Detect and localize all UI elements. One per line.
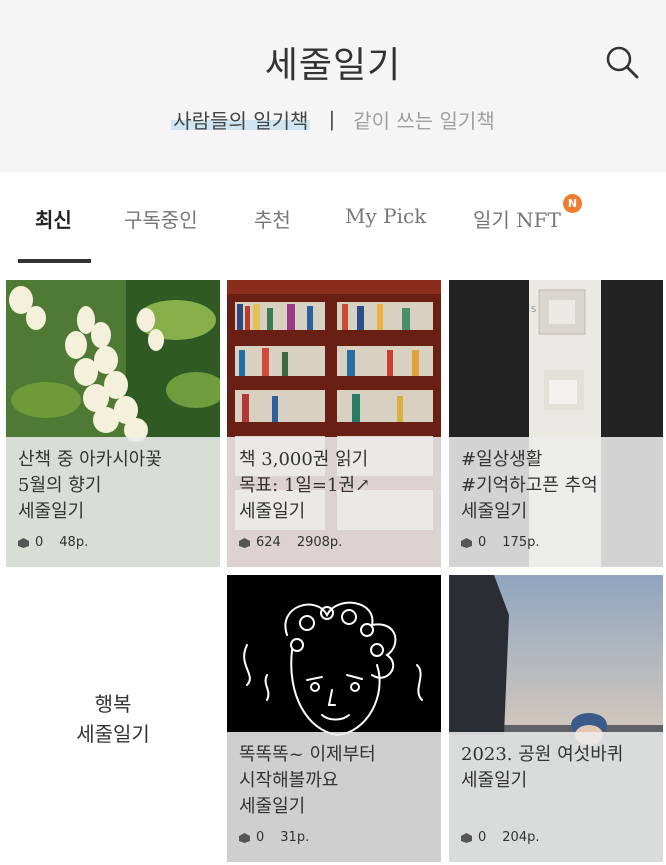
card-line: 똑똑똑~ 이제부터 — [239, 744, 376, 765]
search-icon — [606, 46, 639, 79]
tab-recommended[interactable]: 추천 — [254, 204, 291, 264]
card-caption: #일상생활 #기억하고픈 추억 세줄일기 — [461, 447, 598, 525]
tab-my-pick[interactable]: My Pick — [345, 204, 426, 264]
card-caption: 책 3,000권 읽기 목표: 1일=1권↗ 세줄일기 — [239, 447, 370, 525]
card-meta: 0 175p. — [461, 535, 539, 550]
diary-card[interactable]: S #일상생활 #기억하고픈 추억 세줄일기 0 175p. — [449, 280, 663, 567]
svg-text:S: S — [531, 305, 536, 314]
card-meta: 624 2908p. — [239, 535, 342, 550]
card-line: 세줄일기 — [239, 501, 306, 522]
card-pages: 31p. — [280, 830, 310, 845]
app-title: 세줄일기 — [264, 45, 402, 86]
card-line: 세줄일기 — [461, 501, 528, 522]
card-line: 세줄일기 — [18, 501, 85, 522]
book-type-nav: 사람들의 일기책 | 같이 쓰는 일기책 — [0, 104, 666, 134]
card-pages: 204p. — [502, 830, 540, 845]
card-line: 세줄일기 — [76, 721, 150, 746]
card-line: 2023. 공원 여섯바퀴 — [461, 744, 624, 765]
card-line: 목표: 1일=1권↗ — [239, 475, 371, 496]
diary-card[interactable]: 산책 중 아카시아꽃 5월의 향기 세줄일기 0 48p. — [6, 280, 220, 567]
diary-card[interactable]: 책 3,000권 읽기 목표: 1일=1권↗ 세줄일기 624 2908p. — [227, 280, 441, 567]
card-pages: 2908p. — [296, 535, 343, 550]
card-line: 행복 — [94, 691, 132, 716]
stack-icon — [239, 832, 250, 843]
stack-icon — [461, 832, 472, 843]
tab-bar: 최신 구독중인 추천 My Pick 일기 NFT — [0, 172, 666, 264]
stack-icon — [239, 537, 250, 548]
card-line: 시작해볼까요 — [239, 770, 339, 791]
tab-latest[interactable]: 최신 — [35, 204, 72, 264]
card-meta: 0 31p. — [239, 830, 309, 845]
card-line: 5월의 향기 — [18, 475, 102, 496]
nav-separator: | — [328, 107, 336, 131]
header: 세줄일기 사람들의 일기책 | 같이 쓰는 일기책 — [0, 0, 666, 172]
nav-people-diary-books[interactable]: 사람들의 일기책 — [171, 104, 311, 134]
card-count: 0 — [35, 535, 44, 550]
card-line: 세줄일기 — [239, 796, 306, 817]
stack-icon — [461, 537, 472, 548]
card-count: 0 — [256, 830, 265, 845]
card-count: 0 — [478, 830, 487, 845]
card-pages: 48p. — [59, 535, 89, 550]
tab-subscribed[interactable]: 구독중인 — [124, 204, 198, 264]
card-line: 산책 중 아카시아꽃 — [18, 449, 162, 470]
diary-card[interactable]: 2023. 공원 여섯바퀴 세줄일기 0 204p. — [449, 575, 663, 862]
tab-diary-nft[interactable]: 일기 NFT — [473, 204, 561, 264]
diary-card[interactable]: 행복 세줄일기 — [6, 575, 220, 862]
new-badge: N — [563, 194, 582, 213]
card-line: 세줄일기 — [461, 770, 528, 791]
card-line: #기억하고픈 추억 — [461, 475, 598, 496]
card-meta: 0 204p. — [461, 830, 539, 845]
stack-icon — [18, 537, 29, 548]
card-line: 책 3,000권 읽기 — [239, 449, 369, 470]
card-meta: 0 48p. — [18, 535, 88, 550]
card-caption: 산책 중 아카시아꽃 5월의 향기 세줄일기 — [18, 447, 162, 525]
nav-shared-diary-books[interactable]: 같이 쓰는 일기책 — [353, 105, 495, 134]
card-pages: 175p. — [502, 535, 540, 550]
card-line: #일상생활 — [461, 449, 543, 470]
search-button[interactable] — [600, 40, 644, 84]
card-count: 624 — [256, 535, 281, 550]
diary-card[interactable]: 똑똑똑~ 이제부터 시작해볼까요 세줄일기 0 31p. — [227, 575, 441, 862]
card-count: 0 — [478, 535, 487, 550]
card-caption: 2023. 공원 여섯바퀴 세줄일기 — [461, 742, 623, 794]
active-tab-indicator — [18, 259, 91, 263]
card-caption: 똑똑똑~ 이제부터 시작해볼까요 세줄일기 — [239, 742, 376, 820]
